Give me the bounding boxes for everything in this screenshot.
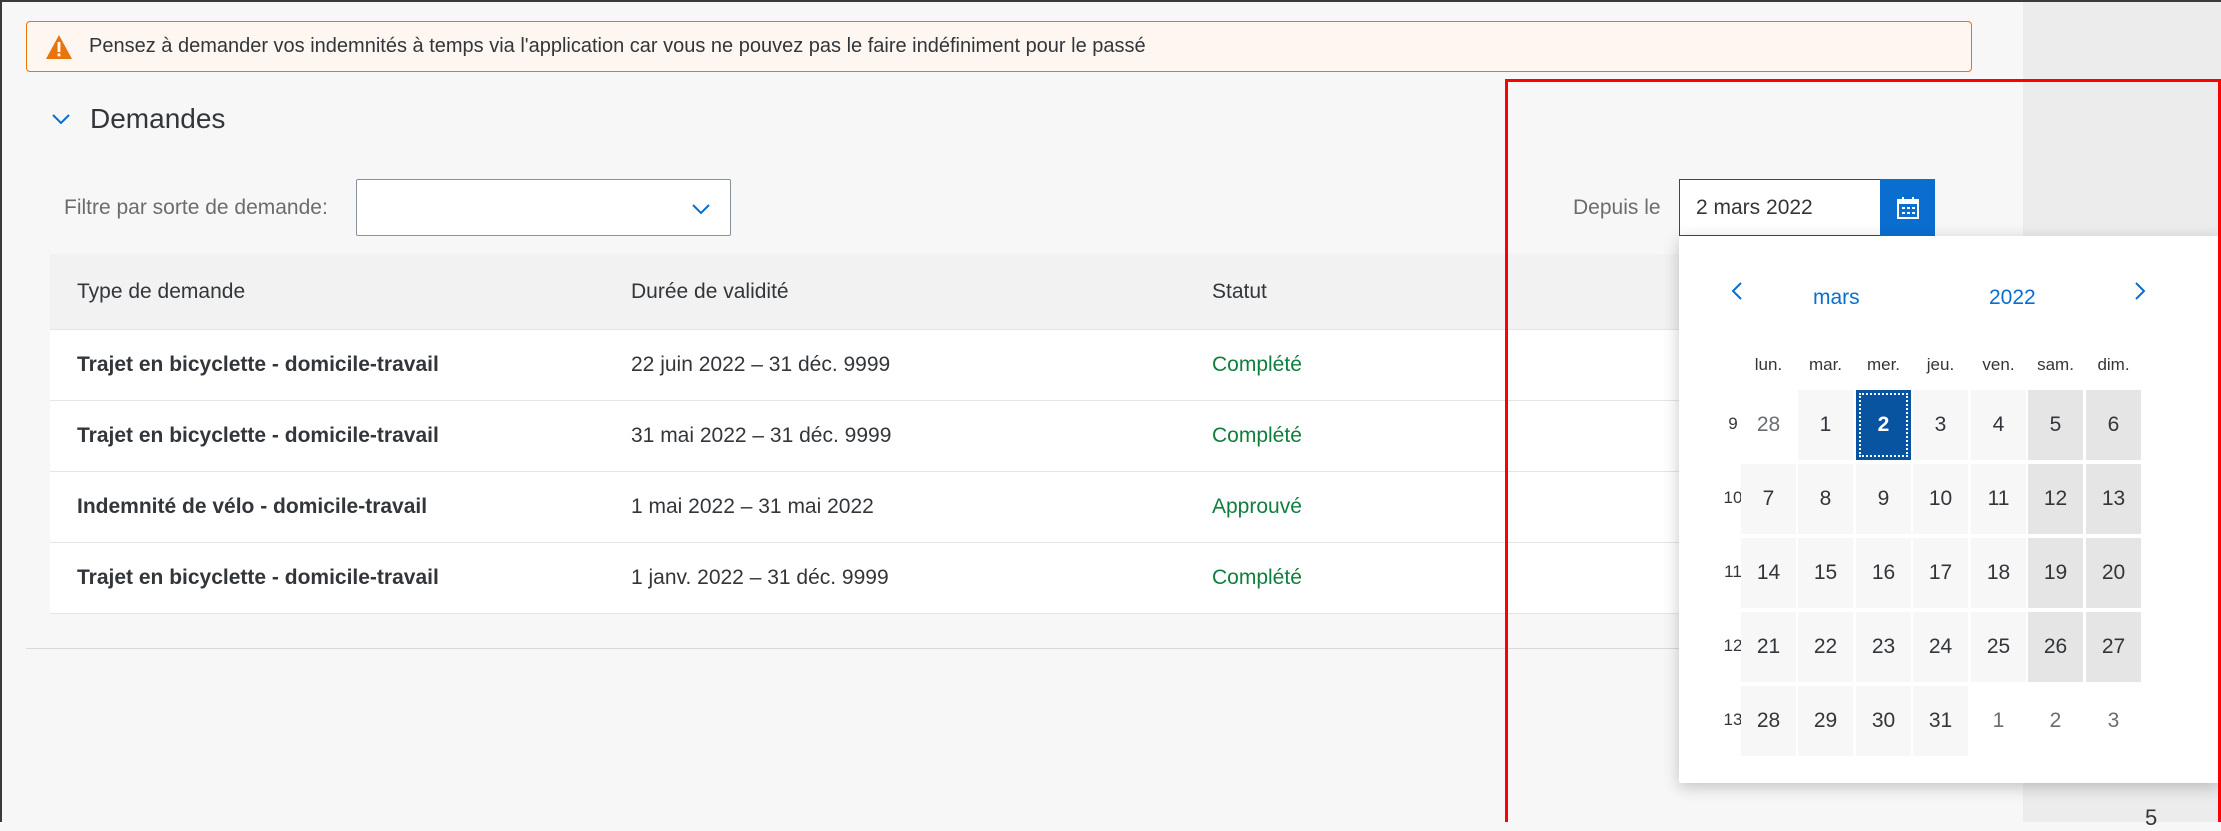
row-duration: 1 janv. 2022 – 31 déc. 9999 — [631, 566, 889, 589]
table-header: Type de demande Durée de validité Statut — [50, 254, 1800, 330]
warning-text: Pensez à demander vos indemnités à temps… — [89, 35, 1146, 57]
calendar-day[interactable]: 1 — [1798, 390, 1853, 460]
row-duration: 31 mai 2022 – 31 déc. 9999 — [631, 424, 892, 447]
chevron-right-icon[interactable] — [2128, 280, 2150, 302]
row-status: Complété — [1212, 424, 1302, 447]
calendar-day[interactable]: 7 — [1741, 464, 1796, 534]
row-duration: 22 juin 2022 – 31 déc. 9999 — [631, 353, 891, 376]
corner-mark: 5 — [2145, 805, 2158, 830]
chevron-down-icon[interactable] — [690, 198, 712, 220]
calendar-popover: mars 2022 lun. mar. mer. jeu. ven. sam. dim. 9 2… — [1679, 236, 2221, 783]
row-type: Trajet en bicyclette - domicile-travail — [77, 353, 439, 376]
column-header-type[interactable]: Type de demande — [50, 280, 631, 304]
calendar-day[interactable]: 2 — [2028, 686, 2083, 756]
row-duration: 1 mai 2022 – 31 mai 2022 — [631, 495, 874, 518]
calendar-day[interactable]: 28 — [1741, 390, 1796, 460]
calendar-day[interactable]: 16 — [1856, 538, 1911, 608]
calendar-day[interactable]: 26 — [2028, 612, 2083, 682]
weekday-header: lun. — [1754, 355, 1783, 374]
table-row[interactable]: Trajet en bicyclette - domicile-travail … — [50, 330, 1800, 401]
chevron-left-icon[interactable] — [1727, 280, 1749, 302]
warning-message-strip: Pensez à demander vos indemnités à temps… — [26, 21, 1972, 72]
row-type: Trajet en bicyclette - domicile-travail — [77, 566, 439, 589]
calendar-day[interactable]: 23 — [1856, 612, 1911, 682]
calendar-day[interactable]: 3 — [2086, 686, 2141, 756]
column-header-status[interactable]: Statut — [1212, 280, 1512, 304]
requests-table: Type de demande Durée de validité Statut… — [50, 254, 1800, 614]
row-type: Indemnité de vélo - domicile-travail — [77, 495, 428, 518]
window-left-border — [0, 0, 2, 822]
calendar-day[interactable]: 29 — [1798, 686, 1853, 756]
row-status: Complété — [1212, 353, 1302, 376]
calendar-day[interactable]: 9 — [1856, 464, 1911, 534]
weekday-header: mar. — [1808, 355, 1843, 374]
window-top-border — [0, 0, 2221, 2]
calendar-header: mars 2022 — [1679, 236, 2221, 326]
calendar-day[interactable]: 12 — [2028, 464, 2083, 534]
column-header-duration[interactable]: Durée de validité — [631, 280, 1212, 304]
calendar-day[interactable]: 3 — [1913, 390, 1968, 460]
calendar-day[interactable]: 27 — [2086, 612, 2141, 682]
calendar-day[interactable]: 1 — [1971, 686, 2026, 756]
filter-label: Filtre par sorte de demande: — [64, 196, 328, 219]
weekday-header: jeu. — [1926, 355, 1955, 374]
calendar-day[interactable]: 30 — [1856, 686, 1911, 756]
calendar-day[interactable]: 10 — [1913, 464, 1968, 534]
weekday-header: dim. — [2097, 355, 2130, 374]
row-status: Complété — [1212, 566, 1302, 589]
warning-triangle-icon — [46, 34, 72, 59]
calendar-day[interactable]: 4 — [1971, 390, 2026, 460]
calendar-day[interactable]: 19 — [2028, 538, 2083, 608]
calendar-day[interactable]: 21 — [1741, 612, 1796, 682]
calendar-day[interactable]: 6 — [2086, 390, 2141, 460]
row-status: Approuvé — [1212, 495, 1302, 518]
calendar-day[interactable]: 28 — [1741, 686, 1796, 756]
table-row[interactable]: Trajet en bicyclette - domicile-travail … — [50, 401, 1800, 472]
calendar-day[interactable]: 11 — [1971, 464, 2026, 534]
section-toggle[interactable]: Demandes — [50, 103, 225, 135]
calendar-day[interactable]: 8 — [1798, 464, 1853, 534]
request-type-select[interactable] — [356, 179, 731, 236]
calendar-day[interactable]: 5 — [2028, 390, 2083, 460]
calendar-day[interactable]: 24 — [1913, 612, 1968, 682]
calendar-month-button[interactable]: mars — [1813, 286, 1860, 310]
calendar-icon — [1896, 196, 1919, 219]
row-type: Trajet en bicyclette - domicile-travail — [77, 424, 439, 447]
calendar-day[interactable]: 17 — [1913, 538, 1968, 608]
weekday-header: ven. — [1982, 355, 2015, 374]
calendar-day[interactable]: 13 — [2086, 464, 2141, 534]
calendar-button[interactable] — [1880, 179, 1935, 236]
calendar-day[interactable]: 18 — [1971, 538, 2026, 608]
section-title: Demandes — [90, 103, 226, 134]
date-filter-label: Depuis le — [1573, 196, 1661, 219]
table-row[interactable]: Trajet en bicyclette - domicile-travail … — [50, 543, 1800, 614]
weekday-header: mer. — [1866, 355, 1901, 374]
calendar-day[interactable]: 15 — [1798, 538, 1853, 608]
chevron-down-icon[interactable] — [50, 108, 72, 130]
calendar-year-button[interactable]: 2022 — [1989, 286, 2036, 310]
calendar-day[interactable]: 14 — [1741, 538, 1796, 608]
calendar-day[interactable]: 22 — [1798, 612, 1853, 682]
date-picker-input[interactable]: 2 mars 2022 — [1679, 179, 1880, 236]
calendar-day[interactable]: 25 — [1971, 612, 2026, 682]
calendar-day-selected[interactable]: 2 — [1856, 390, 1911, 460]
weekday-header: sam. — [2037, 355, 2074, 374]
calendar-day[interactable]: 20 — [2086, 538, 2141, 608]
calendar-day[interactable]: 31 — [1913, 686, 1968, 756]
table-row[interactable]: Indemnité de vélo - domicile-travail 1 m… — [50, 472, 1800, 543]
